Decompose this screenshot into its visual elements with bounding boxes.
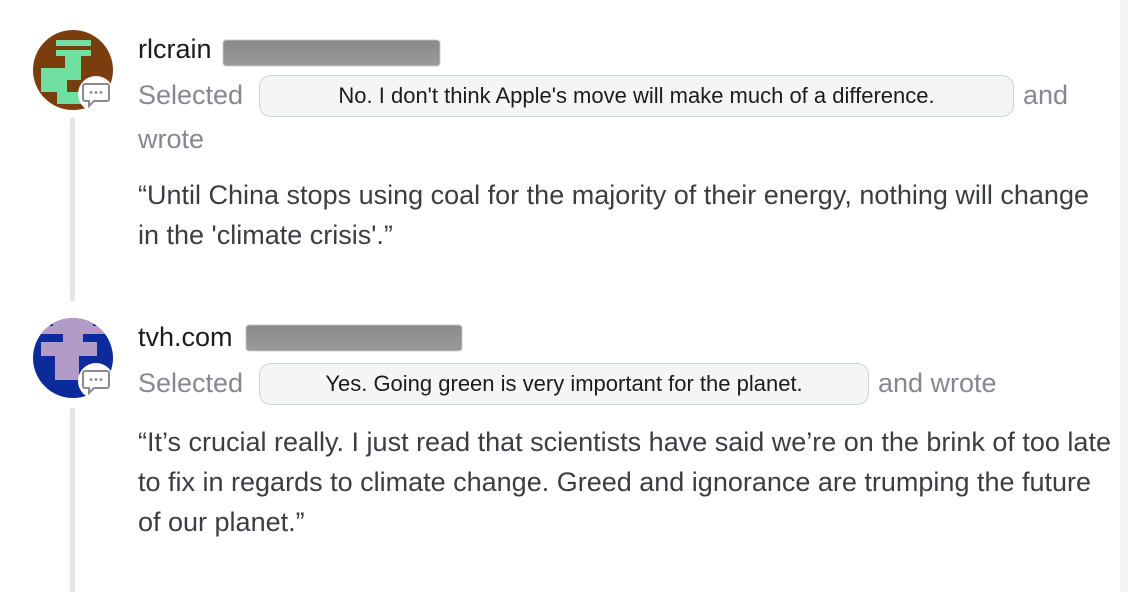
selected-label: Selected <box>138 368 244 398</box>
selected-option-pill: Yes. Going green is very important for t… <box>259 363 869 405</box>
wrote-label: wrote <box>138 124 205 154</box>
comment-quote: “It’s crucial really. I just read that s… <box>138 427 1111 537</box>
comment-icon <box>78 76 114 112</box>
selected-label: Selected <box>138 80 244 110</box>
selected-option-pill: No. I don't think Apple's move will make… <box>259 75 1014 117</box>
thread-line <box>70 118 75 301</box>
comment-quote: “Until China stops using coal for the ma… <box>138 180 1089 250</box>
redacted-username <box>223 40 440 66</box>
thread-line <box>70 408 75 592</box>
and-label: and <box>1023 80 1069 110</box>
and-wrote-label: and wrote <box>878 368 997 398</box>
comments-feed: rlcrain Selected No. I don't think Apple… <box>0 0 1128 592</box>
username[interactable]: tvh.com <box>138 322 233 353</box>
scroll-edge <box>1120 0 1128 592</box>
comment-icon <box>78 363 114 399</box>
username[interactable]: rlcrain <box>138 34 212 65</box>
redacted-username <box>246 325 462 351</box>
